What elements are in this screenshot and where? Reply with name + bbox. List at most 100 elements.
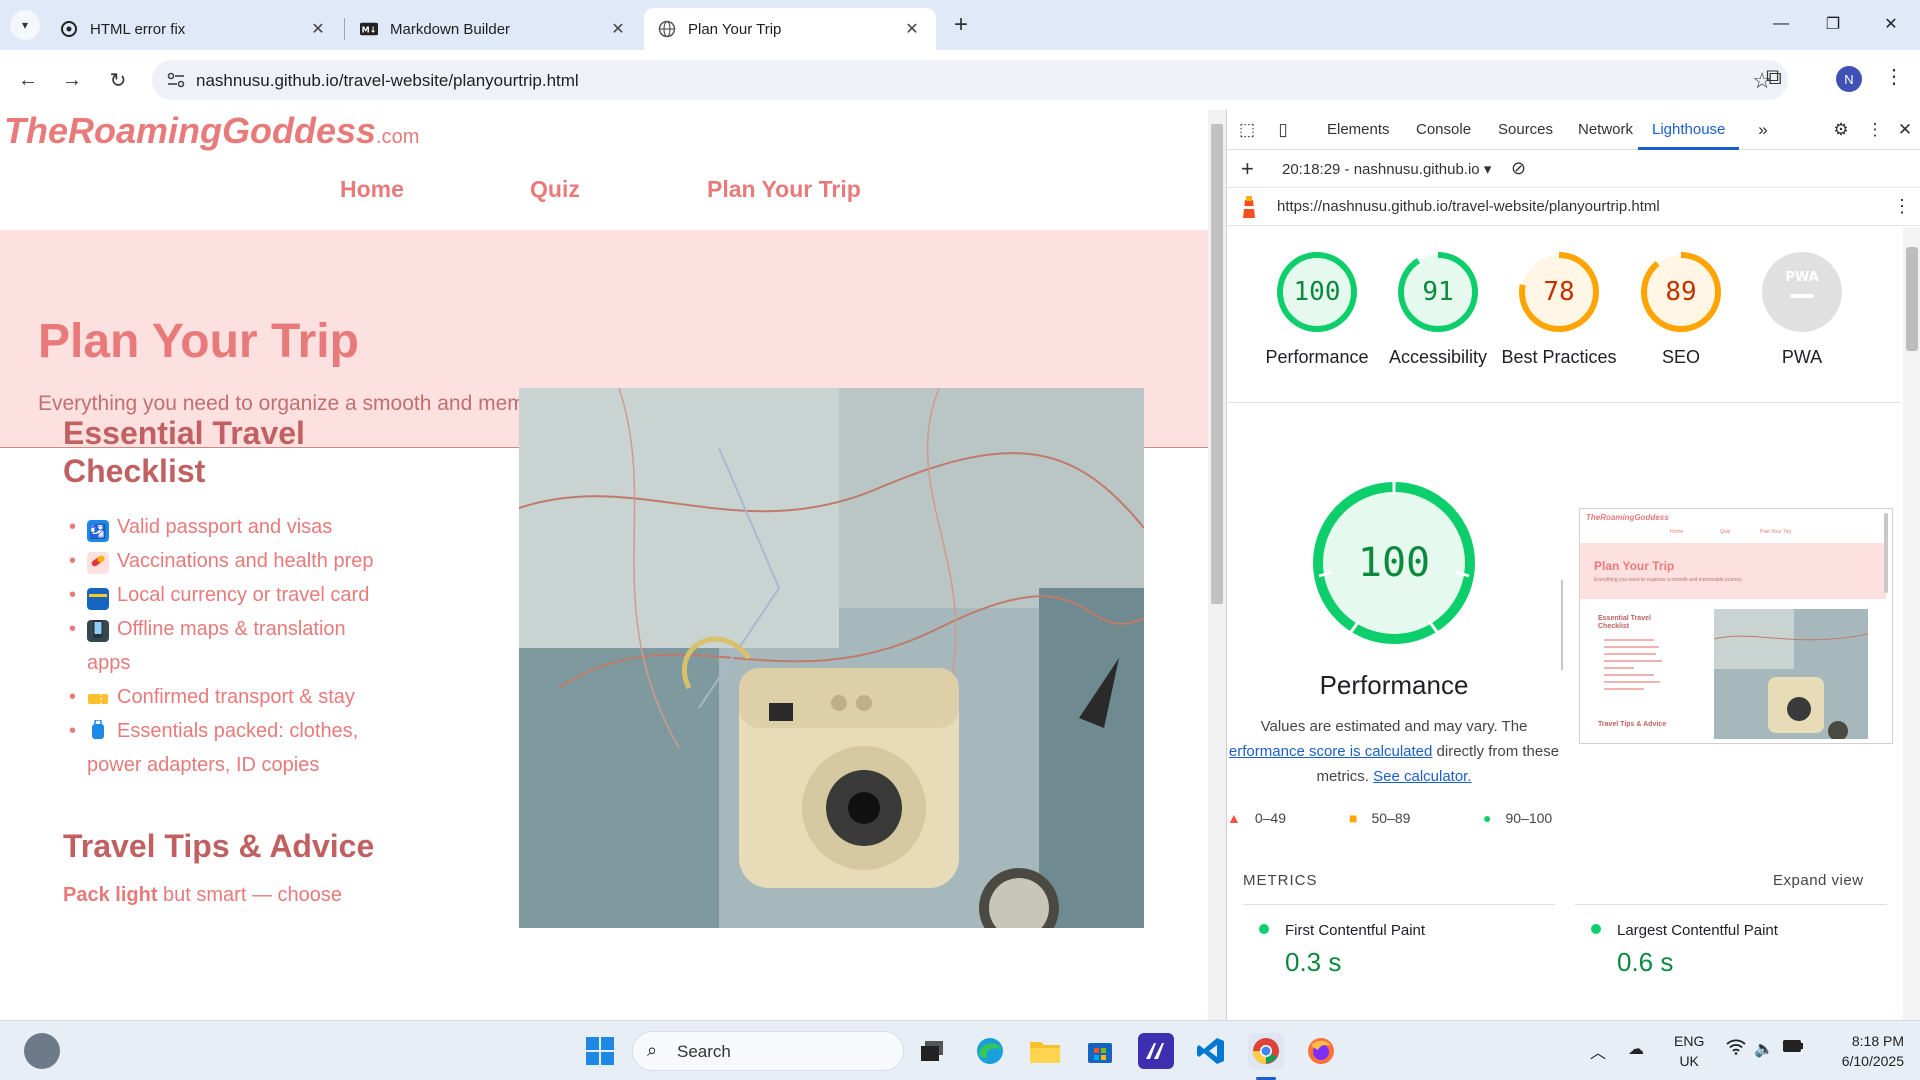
- chrome-icon[interactable]: [1248, 1033, 1284, 1069]
- devtools-menu-icon[interactable]: ⋮: [1863, 118, 1887, 142]
- show-hidden-icons[interactable]: ︿: [1590, 1039, 1606, 1063]
- reload-button[interactable]: ↻: [102, 64, 134, 96]
- close-window-button[interactable]: ✕: [1868, 8, 1914, 40]
- restore-button[interactable]: ❐: [1810, 8, 1856, 40]
- svg-text:M↓: M↓: [362, 25, 377, 35]
- search-placeholder: Search: [677, 1042, 731, 1061]
- score-value: 89: [1665, 277, 1697, 307]
- report-selector[interactable]: 20:18:29 - nashnusu.github.io ▾: [1282, 160, 1491, 178]
- tab-search-button[interactable]: ▾: [10, 10, 40, 40]
- gauge-accessibility[interactable]: 91 Accessibility: [1378, 251, 1498, 370]
- gear-icon[interactable]: ⚙: [1829, 118, 1853, 142]
- report-scrollbar[interactable]: [1903, 227, 1920, 1020]
- tab-sources[interactable]: Sources: [1498, 110, 1553, 150]
- clear-icon[interactable]: ⊘: [1511, 158, 1526, 179]
- gauge-performance[interactable]: 100 Performance: [1257, 251, 1377, 370]
- volume-icon[interactable]: 🔈: [1754, 1039, 1774, 1059]
- score-calculation-link[interactable]: erformance score is calculated: [1229, 743, 1432, 760]
- divider: [1227, 402, 1901, 403]
- wifi-icon[interactable]: [1726, 1039, 1746, 1060]
- thumb-logo: TheRoamingGoddess: [1586, 513, 1669, 522]
- tab-elements[interactable]: Elements: [1327, 110, 1390, 150]
- close-icon[interactable]: ✕: [1893, 118, 1917, 142]
- square-icon: ■: [1349, 810, 1358, 826]
- device-toolbar-icon[interactable]: ▯: [1271, 118, 1295, 142]
- legend-pass: ● 90–100: [1483, 810, 1552, 826]
- tab-lighthouse[interactable]: Lighthouse: [1638, 110, 1740, 150]
- firefox-icon[interactable]: [1303, 1033, 1339, 1069]
- forward-button[interactable]: →: [56, 64, 88, 96]
- system-clock[interactable]: 8:18 PM 6/10/2025: [1824, 1031, 1904, 1071]
- tab-markdown-builder[interactable]: M↓ Markdown Builder ✕: [346, 8, 642, 50]
- thumb-photo-image: [1713, 609, 1869, 741]
- back-button[interactable]: ←: [12, 64, 44, 96]
- new-tab-button[interactable]: +: [948, 11, 974, 38]
- list-item-text: Confirmed transport & stay: [117, 686, 355, 708]
- close-icon[interactable]: ✕: [902, 19, 922, 39]
- search-icon: ⌕: [647, 1040, 658, 1060]
- tab-network[interactable]: Network: [1578, 110, 1633, 150]
- cloud-off-icon[interactable]: ☁: [1628, 1039, 1644, 1059]
- legend-fail: ▲ 0–49: [1227, 810, 1286, 826]
- page-screenshot-thumbnail[interactable]: TheRoamingGoddess Home Quiz Plan Your Tr…: [1579, 508, 1893, 744]
- battery-icon[interactable]: [1782, 1039, 1804, 1058]
- tips-bold: Pack light: [63, 884, 158, 906]
- task-view-icon[interactable]: [914, 1033, 950, 1069]
- devtools-panel: ⬚ ▯ Elements Console Sources Network Lig…: [1226, 110, 1920, 1020]
- page-scrollbar[interactable]: [1208, 110, 1226, 1020]
- nav-home[interactable]: Home: [340, 176, 404, 203]
- nav-plan-your-trip[interactable]: Plan Your Trip: [707, 176, 861, 203]
- tab-strip: ▾ HTML error fix ✕ M↓ Markdown Builder ✕…: [0, 0, 1920, 50]
- windows-start-icon[interactable]: [582, 1033, 618, 1069]
- vscode-icon[interactable]: [1193, 1033, 1229, 1069]
- checklist-title: Essential Travel Checklist: [63, 415, 305, 489]
- nav-quiz[interactable]: Quiz: [530, 176, 580, 203]
- add-report-icon[interactable]: +: [1241, 156, 1254, 182]
- extensions-icon[interactable]: ⧉: [1766, 64, 1782, 90]
- clock-time: 8:18 PM: [1851, 1033, 1904, 1049]
- pass-dot-icon: [1591, 924, 1601, 934]
- scrollbar-thumb[interactable]: [1906, 247, 1918, 351]
- minimize-button[interactable]: —: [1758, 8, 1804, 40]
- gauge-pwa[interactable]: PWA PWA: [1742, 251, 1862, 370]
- gauge-seo[interactable]: 89 SEO: [1621, 251, 1741, 370]
- inspect-element-icon[interactable]: ⬚: [1235, 118, 1259, 142]
- expand-view-button[interactable]: Expand view: [1773, 872, 1864, 889]
- language-indicator[interactable]: ENG UK: [1674, 1031, 1704, 1071]
- lighthouse-report: 100 Performance 91 Accessibility 78 Best…: [1227, 227, 1901, 1020]
- metric-value: 0.3 s: [1285, 947, 1342, 977]
- gauge-best-practices[interactable]: 78 Best Practices: [1499, 251, 1619, 370]
- tab-plan-your-trip[interactable]: Plan Your Trip ✕: [644, 8, 936, 50]
- close-icon[interactable]: ✕: [308, 19, 328, 39]
- site-logo[interactable]: TheRoamingGoddess.com: [4, 110, 419, 152]
- file-explorer-icon[interactable]: [1027, 1033, 1063, 1069]
- close-icon[interactable]: ✕: [608, 19, 628, 39]
- globe-icon: [658, 20, 676, 38]
- store-icon[interactable]: [1082, 1033, 1118, 1069]
- browser-menu-icon[interactable]: ⋮: [1884, 64, 1904, 89]
- address-bar[interactable]: nashnusu.github.io/travel-website/planyo…: [152, 60, 1788, 100]
- pass-dot-icon: [1259, 924, 1269, 934]
- widgets-icon[interactable]: [24, 1033, 60, 1069]
- tab-html-error-fix[interactable]: HTML error fix ✕: [46, 8, 342, 50]
- taskbar-search[interactable]: ⌕ Search: [632, 1031, 904, 1071]
- passport-icon: 🛂: [87, 520, 109, 542]
- more-tabs-icon[interactable]: »: [1751, 118, 1775, 142]
- see-calculator-link[interactable]: See calculator.: [1373, 768, 1471, 785]
- avatar[interactable]: N: [1836, 66, 1862, 92]
- thumb-scrollbar: [1884, 513, 1888, 593]
- site-info-icon[interactable]: [166, 70, 186, 90]
- app-icon[interactable]: [1138, 1033, 1174, 1069]
- edge-icon[interactable]: [972, 1033, 1008, 1069]
- url-text: nashnusu.github.io/travel-website/planyo…: [196, 71, 579, 90]
- report-selector-label: 20:18:29 - nashnusu.github.io: [1282, 161, 1480, 178]
- luggage-icon: [87, 719, 109, 742]
- thumb-nav: Plan Your Trip: [1760, 529, 1792, 535]
- tips-text: Pack light but smart — choose: [63, 884, 342, 907]
- report-menu-icon[interactable]: ⋮: [1893, 196, 1911, 217]
- markdown-icon: M↓: [360, 20, 378, 38]
- scrollbar-thumb[interactable]: [1211, 124, 1223, 604]
- list-item: 🛂 Valid passport and visas: [63, 510, 393, 544]
- report-url[interactable]: https://nashnusu.github.io/travel-websit…: [1277, 198, 1660, 215]
- tab-console[interactable]: Console: [1416, 110, 1471, 150]
